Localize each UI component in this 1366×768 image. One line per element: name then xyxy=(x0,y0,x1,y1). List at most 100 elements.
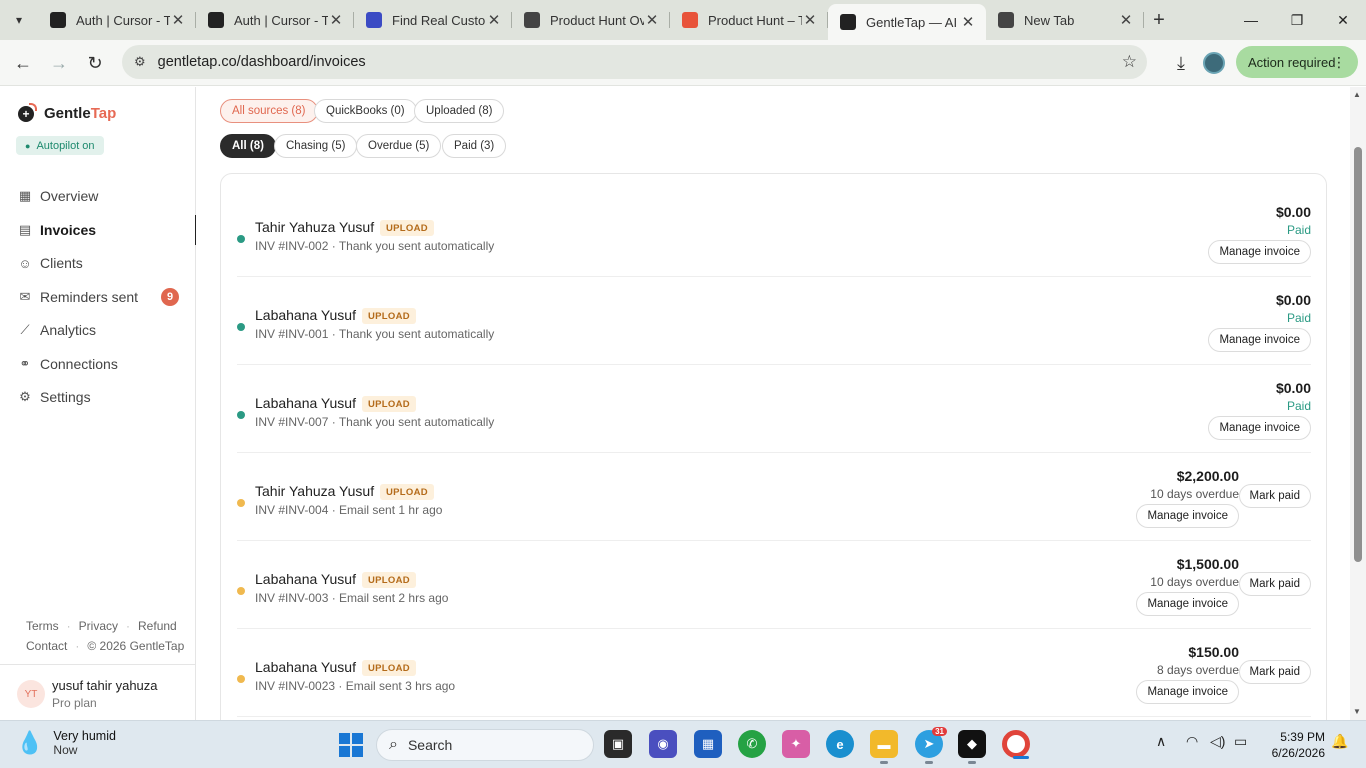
client-name[interactable]: Labahana Yusuf xyxy=(255,395,356,411)
status-dot xyxy=(237,587,245,595)
client-name[interactable]: Tahir Yahuza Yusuf xyxy=(255,483,374,499)
new-tab-button[interactable]: + xyxy=(1144,9,1174,32)
filter-quickbooks[interactable]: QuickBooks (0) xyxy=(314,99,417,123)
chrome-icon[interactable] xyxy=(1002,730,1030,759)
footer-link-privacy[interactable]: Privacy xyxy=(79,619,118,633)
sidebar-item-settings[interactable]: ⚙ Settings xyxy=(0,382,196,412)
back-button[interactable]: ← xyxy=(5,45,41,81)
invoice-amount: $0.00 xyxy=(1275,292,1311,308)
client-name[interactable]: Labahana Yusuf xyxy=(255,659,356,675)
filter-uploaded[interactable]: Uploaded (8) xyxy=(414,99,505,123)
close-tab-icon[interactable]: ✕ xyxy=(486,11,502,29)
client-name[interactable]: Labahana Yusuf xyxy=(255,571,356,587)
invoice-status: 10 days overdue xyxy=(1150,575,1239,589)
file-explorer-icon[interactable]: ▬ xyxy=(870,730,898,764)
filter-status-overdue[interactable]: Overdue (5) xyxy=(356,134,442,158)
scroll-down-arrow-icon[interactable]: ▼ xyxy=(1353,707,1361,716)
filter-status-all[interactable]: All (8) xyxy=(220,134,276,158)
filter-status-chasing[interactable]: Chasing (5) xyxy=(274,134,358,158)
download-icon[interactable]: ⤓ xyxy=(1163,45,1199,81)
status-dot xyxy=(237,499,245,507)
forward-button[interactable]: → xyxy=(41,45,77,81)
mark-paid-button[interactable]: Mark paid xyxy=(1238,660,1311,684)
filter-all-sources[interactable]: All sources (8) xyxy=(220,99,318,123)
page-scrollbar[interactable]: ▲ ▼ xyxy=(1350,87,1366,720)
invoice-list-card: Tahir Yahuza Yusuf UPLOAD INV #INV-002 · T… xyxy=(220,173,1327,720)
browser-toolbar: ← → ↻ ⚙ gentletap.co/dashboard/invoices … xyxy=(0,40,1366,86)
browser-tab[interactable]: GentleTap — AI ✕ xyxy=(828,4,986,40)
task-view-icon[interactable]: ▣ xyxy=(604,730,632,758)
sidebar-item-analytics[interactable]: ⟋ Analytics xyxy=(0,315,196,345)
close-window-button[interactable]: ✕ xyxy=(1320,0,1366,40)
manage-invoice-button[interactable]: Manage invoice xyxy=(1136,680,1239,704)
sidebar-item-reminders-sent[interactable]: ✉ Reminders sent 9 xyxy=(0,282,196,312)
scrollbar-thumb[interactable] xyxy=(1354,147,1362,562)
tab-separator xyxy=(1143,12,1144,28)
browser-tab[interactable]: Find Real Custom ✕ xyxy=(354,0,512,40)
action-required-button[interactable]: Action required ⋮ xyxy=(1236,46,1358,78)
brand-logo[interactable]: + Gentle Tap xyxy=(18,102,116,122)
manage-invoice-button[interactable]: Manage invoice xyxy=(1136,592,1239,616)
cursor-app-icon[interactable]: ◆ xyxy=(958,730,986,764)
whatsapp-icon[interactable]: ✆ xyxy=(738,730,766,758)
weather-widget[interactable]: 💧 Very humid Now xyxy=(16,729,116,757)
sidebar-item-invoices[interactable]: ▤ Invoices xyxy=(0,214,197,245)
browser-tab[interactable]: Auth | Cursor - T ✕ xyxy=(196,0,354,40)
close-tab-icon[interactable]: ✕ xyxy=(802,11,818,29)
start-button[interactable] xyxy=(339,733,363,757)
browser-tab[interactable]: Product Hunt Ov ✕ xyxy=(512,0,670,40)
notification-bell-icon[interactable]: 🔔 xyxy=(1331,733,1348,750)
sidebar-item-connections[interactable]: ⚭ Connections xyxy=(0,349,196,379)
filter-status-paid[interactable]: Paid (3) xyxy=(442,134,507,158)
profile-avatar[interactable] xyxy=(1203,52,1225,74)
tab-search-button[interactable]: ▾ xyxy=(0,0,38,40)
browser-tab[interactable]: Product Hunt – T ✕ xyxy=(670,0,828,40)
edge-icon[interactable]: e xyxy=(826,730,854,758)
wifi-icon[interactable]: ◠ xyxy=(1186,733,1198,750)
clock-date: 6/26/2026 xyxy=(1271,746,1325,760)
site-info-icon[interactable]: ⚙ xyxy=(134,54,146,70)
user-profile[interactable]: YT yusuf tahir yahuza Pro plan xyxy=(0,664,196,720)
sidebar-item-label: Clients xyxy=(40,255,83,271)
maximize-button[interactable]: ❐ xyxy=(1274,0,1320,40)
manage-invoice-button[interactable]: Manage invoice xyxy=(1208,416,1311,440)
status-dot xyxy=(237,675,245,683)
browser-tab[interactable]: New Tab ✕ xyxy=(986,0,1144,40)
client-name[interactable]: Labahana Yusuf xyxy=(255,307,356,323)
windows-taskbar: 💧 Very humid Now ⌕ Search ▣ ◉ ▦ ✆ ✦ e ▬ … xyxy=(0,720,1366,768)
minimize-button[interactable]: — xyxy=(1228,0,1274,40)
bookmark-star-icon[interactable]: ☆ xyxy=(1122,52,1137,72)
close-tab-icon[interactable]: ✕ xyxy=(1118,11,1134,29)
close-tab-icon[interactable]: ✕ xyxy=(170,11,186,29)
gentletap-icon xyxy=(840,14,856,30)
close-tab-icon[interactable]: ✕ xyxy=(644,11,660,29)
battery-icon[interactable]: ▭ xyxy=(1234,733,1247,750)
upload-tag: UPLOAD xyxy=(380,484,434,500)
close-tab-icon[interactable]: ✕ xyxy=(328,11,344,29)
microsoft-store-icon[interactable]: ▦ xyxy=(694,730,722,758)
client-name[interactable]: Tahir Yahuza Yusuf xyxy=(255,219,374,235)
target-icon xyxy=(366,12,382,28)
copilot-icon[interactable]: ✦ xyxy=(782,730,810,758)
mark-paid-button[interactable]: Mark paid xyxy=(1238,484,1311,508)
browser-tab[interactable]: Auth | Cursor - T ✕ xyxy=(38,0,196,40)
footer-link-contact[interactable]: Contact xyxy=(26,639,67,653)
address-bar[interactable]: ⚙ gentletap.co/dashboard/invoices ☆ xyxy=(122,45,1147,79)
copilot-chat-icon[interactable]: ◉ xyxy=(649,730,677,758)
sidebar-item-overview[interactable]: ▦ Overview xyxy=(0,181,196,211)
manage-invoice-button[interactable]: Manage invoice xyxy=(1208,240,1311,264)
manage-invoice-button[interactable]: Manage invoice xyxy=(1136,504,1239,528)
mark-paid-button[interactable]: Mark paid xyxy=(1238,572,1311,596)
footer-link-refund[interactable]: Refund xyxy=(138,619,177,633)
clock[interactable]: 5:39 PM 6/26/2026 xyxy=(1265,729,1325,761)
show-hidden-icons[interactable]: ∧ xyxy=(1156,733,1166,750)
volume-icon[interactable]: ◁) xyxy=(1210,733,1225,750)
sidebar-item-clients[interactable]: ☺ Clients xyxy=(0,248,196,278)
close-tab-icon[interactable]: ✕ xyxy=(960,13,976,31)
footer-link-terms[interactable]: Terms xyxy=(26,619,59,633)
manage-invoice-button[interactable]: Manage invoice xyxy=(1208,328,1311,352)
telegram-icon[interactable]: ➤ 31 xyxy=(915,727,947,764)
scroll-up-arrow-icon[interactable]: ▲ xyxy=(1353,90,1361,99)
reload-button[interactable]: ↻ xyxy=(77,45,113,81)
taskbar-search[interactable]: ⌕ Search xyxy=(376,729,594,761)
